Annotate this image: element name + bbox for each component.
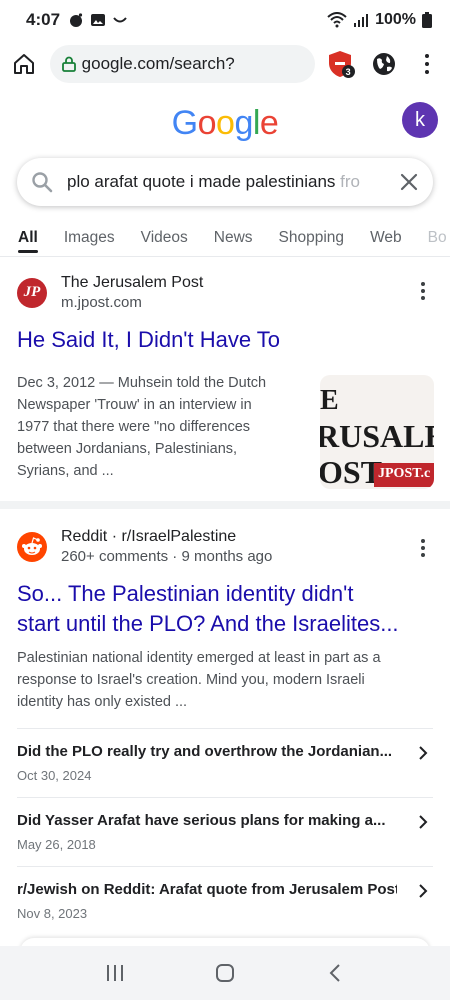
back-icon <box>329 964 340 982</box>
tab-images[interactable]: Images <box>64 223 115 253</box>
recents-icon <box>107 965 123 981</box>
sub-result-date: May 26, 2018 <box>17 837 96 852</box>
lock-icon <box>61 56 76 72</box>
reddit-favicon <box>17 531 47 562</box>
source-url: m.jpost.com <box>61 294 142 311</box>
smile-notification-icon <box>113 17 127 23</box>
google-logo[interactable]: Google <box>0 104 450 143</box>
address-bar[interactable]: google.com/search? <box>49 45 316 83</box>
logo-letter: G <box>171 104 198 142</box>
back-button[interactable] <box>315 953 355 993</box>
sub-result-date: Nov 8, 2023 <box>17 906 88 921</box>
search-input[interactable]: plo arafat quote i made palestinians fro <box>67 172 375 192</box>
sub-result-title: r/Jewish on Reddit: Arafat quote from Je… <box>17 881 397 898</box>
battery-icon <box>422 12 432 28</box>
home-nav-icon <box>216 964 234 982</box>
search-result-jpost: JP The Jerusalem Post m.jpost.com He Sai… <box>0 274 450 489</box>
sub-result-title: Did the PLO really try and overthrow the… <box>17 743 393 760</box>
result-options-button[interactable] <box>413 278 433 304</box>
globe-icon <box>372 53 395 75</box>
sub-result[interactable]: Did the PLO really try and overthrow the… <box>17 728 433 797</box>
tab-web[interactable]: Web <box>370 223 402 253</box>
tab-books[interactable]: Bo <box>428 223 447 253</box>
account-avatar[interactable]: k <box>402 102 438 138</box>
status-time: 4:07 <box>26 10 61 29</box>
chevron-right-icon <box>419 815 428 829</box>
search-box[interactable]: plo arafat quote i made palestinians fro <box>17 158 433 206</box>
search-icon <box>32 172 53 193</box>
browser-menu-button[interactable] <box>412 47 442 81</box>
shield-badge: 3 <box>341 65 355 78</box>
result-title-link[interactable]: So... The Palestinian identity didn't st… <box>0 579 450 639</box>
status-bar: 4:07 100% <box>0 0 450 40</box>
logo-letter: o <box>197 104 217 142</box>
reddit-icon <box>22 536 42 555</box>
result-title-link[interactable]: He Said It, I Didn't Have To <box>0 325 450 355</box>
reddit-notification-icon <box>70 13 83 27</box>
status-right: 100% <box>327 11 432 29</box>
tab-news[interactable]: News <box>214 223 253 253</box>
search-query-overflow: fro <box>340 172 360 191</box>
chevron-right-icon <box>419 746 428 760</box>
signal-icon <box>354 14 369 27</box>
search-query: plo arafat quote i made palestinians <box>67 172 341 191</box>
url-text: google.com/search? <box>81 54 235 73</box>
source-meta: 260+ comments · 9 months ago <box>61 548 273 565</box>
tabs-divider <box>0 256 450 257</box>
sub-result[interactable]: Did Yasser Arafat have serious plans for… <box>17 797 433 866</box>
image-notification-icon <box>91 14 106 26</box>
home-nav-button[interactable] <box>205 953 245 993</box>
wifi-icon <box>327 12 347 28</box>
recents-button[interactable] <box>95 953 135 993</box>
result-source[interactable]: Reddit · r/IsraelPalestine 260+ comments… <box>0 528 450 565</box>
jpost-favicon: JP <box>17 277 47 308</box>
shield-extension-button[interactable]: 3 <box>323 47 357 81</box>
result-snippet: Palestinian national identity emerged at… <box>17 650 381 710</box>
system-nav-bar <box>0 946 450 1000</box>
sub-result-date: Oct 30, 2024 <box>17 768 92 783</box>
battery-level: 100% <box>375 11 416 28</box>
logo-letter: g <box>234 104 253 142</box>
notification-icons <box>68 12 128 28</box>
result-options-button[interactable] <box>413 535 433 561</box>
home-button[interactable] <box>8 48 40 80</box>
result-snippet: Dec 3, 2012 — Muhsein told the Dutch New… <box>17 375 267 479</box>
result-separator <box>0 501 450 509</box>
logo-letter: l <box>252 104 261 142</box>
result-thumbnail[interactable]: E RUSALE OST JPOST.c <box>320 375 434 489</box>
chevron-right-icon <box>419 884 428 898</box>
search-tabs: All Images Videos News Shopping Web Bo <box>0 220 450 256</box>
sub-result[interactable]: r/Jewish on Reddit: Arafat quote from Je… <box>17 866 433 935</box>
tab-all[interactable]: All <box>18 223 38 253</box>
browser-toolbar: google.com/search? 3 <box>0 40 450 88</box>
source-name: The Jerusalem Post <box>61 274 204 291</box>
result-source[interactable]: JP The Jerusalem Post m.jpost.com <box>0 274 450 311</box>
search-result-reddit: Reddit · r/IsraelPalestine 260+ comments… <box>0 528 450 713</box>
tab-videos[interactable]: Videos <box>141 223 188 253</box>
home-icon <box>13 54 34 74</box>
logo-letter: o <box>216 104 235 142</box>
close-icon <box>400 173 418 191</box>
logo-letter: e <box>259 104 279 142</box>
sub-result-title: Did Yasser Arafat have serious plans for… <box>17 812 386 829</box>
globe-button[interactable] <box>367 47 401 81</box>
clear-search-button[interactable] <box>399 172 419 192</box>
source-name: Reddit · r/IsraelPalestine <box>61 528 237 545</box>
tab-shopping[interactable]: Shopping <box>279 223 345 253</box>
